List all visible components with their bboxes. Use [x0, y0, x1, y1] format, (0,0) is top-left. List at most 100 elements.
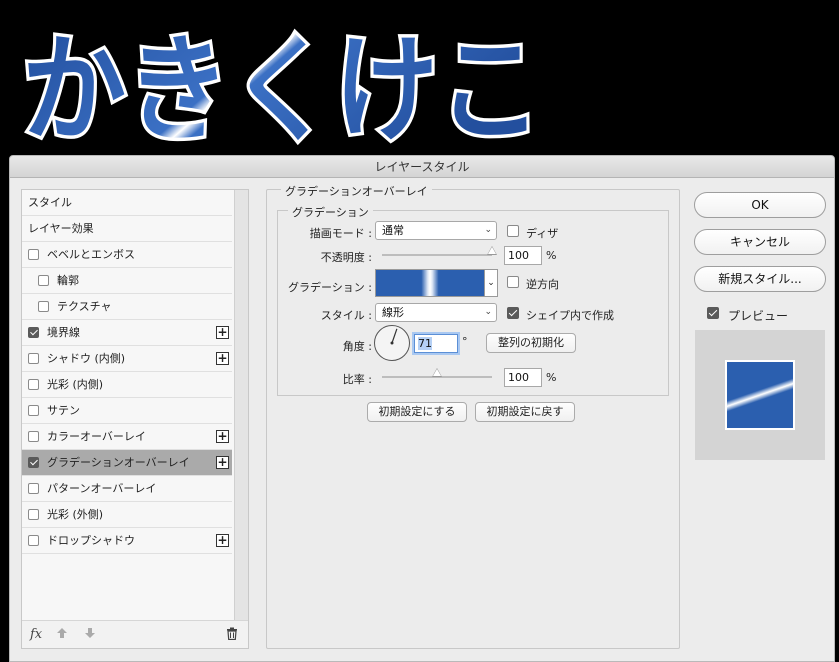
add-drop-shadow-button[interactable]: +	[216, 534, 229, 547]
satin-checkbox[interactable]	[28, 404, 39, 416]
scale-unit: %	[546, 371, 557, 384]
list-item-bevel-emboss[interactable]: ベベルとエンボス	[22, 242, 232, 268]
scale-slider-thumb[interactable]	[432, 368, 442, 377]
add-inner-shadow-button[interactable]: +	[216, 352, 229, 365]
list-item-inner-glow[interactable]: 光彩 (内側)	[22, 372, 232, 398]
list-item-label: 光彩 (外側)	[47, 508, 104, 521]
list-item-label: パターンオーバーレイ	[47, 482, 157, 495]
align-with-layer-label: シェイプ内で作成	[526, 309, 614, 322]
blend-mode-value: 通常	[382, 224, 404, 237]
list-item-layer-effects[interactable]: レイヤー効果	[22, 216, 232, 242]
list-footer: fx	[22, 620, 248, 648]
banner-text-graphic: かきくけこ	[19, 20, 546, 156]
list-item-label: ドロップシャドウ	[47, 534, 135, 547]
group-title: グラデーションオーバーレイ	[281, 183, 432, 199]
list-item-texture[interactable]: テクスチャ	[22, 294, 232, 320]
list-item-gradient-overlay[interactable]: グラデーションオーバーレイ +	[22, 450, 232, 476]
chevron-down-icon: ⌄	[484, 307, 492, 317]
dialog-title: レイヤースタイル	[10, 156, 834, 178]
style-label: スタイル :	[320, 309, 372, 322]
blend-mode-select[interactable]: 通常 ⌄	[375, 221, 497, 240]
new-style-button[interactable]: 新規スタイル...	[694, 266, 826, 292]
list-item-label: 光彩 (内側)	[47, 378, 104, 391]
list-item-inner-shadow[interactable]: シャドウ (内側) +	[22, 346, 232, 372]
banner-preview: かきくけこ	[0, 0, 839, 155]
arrow-up-icon[interactable]	[56, 627, 68, 643]
chevron-down-icon: ⌄	[484, 225, 492, 235]
layer-effects-label: レイヤー効果	[28, 222, 94, 235]
inner-glow-checkbox[interactable]	[28, 378, 39, 390]
arrow-down-icon[interactable]	[84, 627, 96, 643]
fx-button[interactable]: fx	[30, 627, 42, 642]
layer-style-dialog: レイヤースタイル スタイル レイヤー効果 ベベルとエンボス 輪郭 テクスチャ 境…	[9, 155, 835, 662]
blend-mode-label: 描画モード :	[309, 227, 372, 240]
list-item-styles[interactable]: スタイル	[22, 190, 232, 216]
trash-icon[interactable]	[226, 627, 238, 644]
add-color-overlay-button[interactable]: +	[216, 430, 229, 443]
list-item-label: ベベルとエンボス	[47, 248, 135, 261]
opacity-slider-thumb[interactable]	[487, 246, 497, 255]
scale-label: 比率 :	[342, 373, 372, 386]
preview-swatch	[725, 360, 795, 430]
angle-needle	[391, 328, 398, 344]
banner-text: かきくけこ	[22, 23, 542, 155]
scale-slider[interactable]	[382, 368, 492, 378]
opacity-label: 不透明度 :	[320, 251, 372, 264]
ok-button[interactable]: OK	[694, 192, 826, 218]
list-item-drop-shadow[interactable]: ドロップシャドウ +	[22, 528, 232, 554]
gradient-swatch[interactable]	[375, 269, 485, 297]
styles-list: スタイル レイヤー効果 ベベルとエンボス 輪郭 テクスチャ 境界線 + シャドウ …	[21, 189, 249, 649]
list-item-label: 境界線	[47, 326, 80, 339]
preview-thumbnail	[695, 330, 825, 460]
list-item-color-overlay[interactable]: カラーオーバーレイ +	[22, 424, 232, 450]
gradient-overlay-panel: グラデーションオーバーレイ グラデーション 描画モード : 通常 ⌄ ディザ 不…	[266, 183, 680, 649]
list-item-label: カラーオーバーレイ	[47, 430, 146, 443]
list-item-stroke[interactable]: 境界線 +	[22, 320, 232, 346]
list-item-label: サテン	[47, 404, 80, 417]
list-item-label: シャドウ (内側)	[47, 352, 126, 365]
color-overlay-checkbox[interactable]	[28, 430, 39, 442]
gradient-subgroup: グラデーション 描画モード : 通常 ⌄ ディザ 不透明度 : 100 % グラ…	[277, 204, 669, 396]
inner-shadow-checkbox[interactable]	[28, 352, 39, 364]
list-item-label: テクスチャ	[57, 300, 112, 313]
preview-checkbox[interactable]	[707, 307, 719, 319]
add-gradient-overlay-button[interactable]: +	[216, 456, 229, 469]
add-stroke-button[interactable]: +	[216, 326, 229, 339]
angle-unit: °	[462, 335, 468, 348]
styles-header-label: スタイル	[28, 196, 72, 209]
gradient-picker-chevron-icon[interactable]: ⌄	[485, 269, 498, 297]
align-with-layer-checkbox[interactable]	[507, 307, 519, 319]
bevel-emboss-checkbox[interactable]	[28, 248, 39, 260]
scale-input[interactable]: 100	[504, 368, 542, 387]
list-scrollbar[interactable]	[234, 190, 248, 620]
dither-checkbox[interactable]	[507, 225, 519, 237]
cancel-button[interactable]: キャンセル	[694, 229, 826, 255]
opacity-slider[interactable]	[382, 246, 497, 256]
reset-default-button[interactable]: 初期設定に戻す	[475, 402, 575, 422]
outer-glow-checkbox[interactable]	[28, 508, 39, 520]
subgroup-title: グラデーション	[288, 204, 373, 220]
list-item-pattern-overlay[interactable]: パターンオーバーレイ	[22, 476, 232, 502]
angle-input[interactable]: 71	[414, 334, 458, 353]
list-item-contour[interactable]: 輪郭	[22, 268, 232, 294]
list-item-satin[interactable]: サテン	[22, 398, 232, 424]
reset-alignment-button[interactable]: 整列の初期化	[486, 333, 576, 353]
preview-label: プレビュー	[728, 309, 789, 323]
drop-shadow-checkbox[interactable]	[28, 534, 39, 546]
style-value: 線形	[382, 306, 404, 319]
stroke-checkbox[interactable]	[28, 326, 39, 338]
gradient-label: グラデーション :	[288, 281, 372, 294]
dither-label: ディザ	[526, 227, 559, 240]
opacity-unit: %	[546, 249, 557, 262]
opacity-input[interactable]: 100	[504, 246, 542, 265]
list-item-label: 輪郭	[57, 274, 79, 287]
angle-dial[interactable]	[374, 325, 410, 361]
list-item-outer-glow[interactable]: 光彩 (外側)	[22, 502, 232, 528]
reverse-checkbox[interactable]	[507, 276, 519, 288]
make-default-button[interactable]: 初期設定にする	[367, 402, 467, 422]
texture-checkbox[interactable]	[38, 300, 49, 312]
pattern-overlay-checkbox[interactable]	[28, 482, 39, 494]
style-select[interactable]: 線形 ⌄	[375, 303, 497, 322]
contour-checkbox[interactable]	[38, 274, 49, 286]
gradient-overlay-checkbox[interactable]	[28, 456, 39, 468]
